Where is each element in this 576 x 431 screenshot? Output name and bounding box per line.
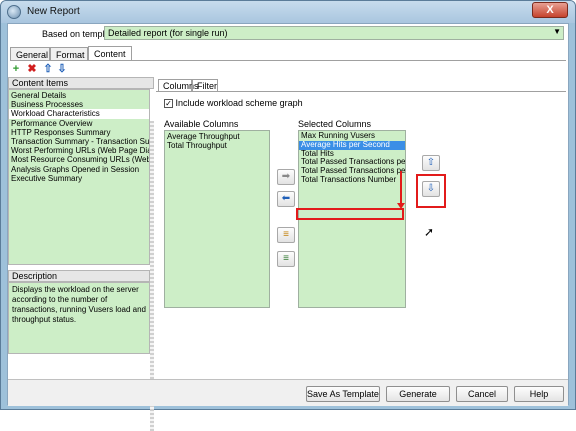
list-item[interactable]: General Details [9, 91, 149, 100]
include-graph-checkbox[interactable]: ✓ Include workload scheme graph [164, 98, 303, 109]
list-item[interactable]: Worst Performing URLs (Web Page Diag... [9, 146, 149, 155]
window-title: New Report [27, 6, 80, 17]
columns-panel: Columns Filter ✓ Include workload scheme… [156, 61, 566, 379]
description-text: Displays the workload on the server acco… [8, 282, 150, 354]
description-header: Description [8, 270, 150, 282]
content-items-list[interactable]: General Details Business Processes Workl… [8, 89, 150, 265]
title-bar[interactable]: New Report X [1, 1, 575, 23]
list-item[interactable]: Most Resource Consuming URLs (Web P... [9, 155, 149, 164]
move-column-up-button[interactable]: ⇧ [422, 155, 440, 171]
move-down-icon[interactable]: ⇩ [56, 63, 68, 75]
tab-columns[interactable]: Columns [158, 79, 199, 91]
list-item[interactable]: Performance Overview [9, 119, 149, 128]
list-item[interactable]: Business Processes [9, 100, 149, 109]
close-button[interactable]: X [532, 2, 568, 18]
selected-columns-label: Selected Columns [298, 119, 372, 129]
move-down-highlight [416, 174, 446, 208]
add-icon[interactable]: + [10, 63, 22, 75]
tab-general[interactable]: General [10, 47, 50, 61]
report-window: New Report X Based on template Detailed … [0, 0, 576, 431]
list-item[interactable]: HTTP Responses Summary [9, 128, 149, 137]
mouse-cursor-icon: ➚ [424, 225, 435, 239]
remove-column-button[interactable]: ⬅ [277, 191, 295, 207]
remove-all-columns-button[interactable]: ≡ [277, 251, 295, 267]
checkbox-label: Include workload scheme graph [175, 98, 303, 108]
list-item[interactable]: Analysis Graphs Opened in Session [9, 165, 149, 174]
chevron-down-icon: ▼ [553, 27, 561, 36]
list-item-selected[interactable]: Average Hits per Second [299, 140, 405, 150]
cancel-button[interactable]: Cancel [456, 386, 508, 402]
available-columns-label: Available Columns [164, 119, 239, 129]
template-value: Detailed report (for single run) [108, 28, 228, 38]
content-items-header: Content Items [8, 77, 154, 89]
list-item[interactable]: Total Passed Transactions per Se [299, 158, 405, 167]
drop-target-highlight [296, 208, 404, 220]
list-item-selected[interactable]: Workload Characteristics [9, 109, 149, 119]
tab-format[interactable]: Format [50, 47, 88, 61]
content-items-panel: + ✖ ⇧ ⇩ Content Items General Details Bu… [8, 61, 154, 431]
tab-content[interactable]: Content [88, 46, 132, 61]
help-button[interactable]: Help [514, 386, 564, 402]
list-item[interactable]: Total Hits [299, 150, 405, 159]
add-all-columns-button[interactable]: ≡ [277, 227, 295, 243]
list-item[interactable]: Total Transactions Number [299, 176, 405, 185]
checkbox-check-icon[interactable]: ✓ [164, 99, 173, 109]
save-as-template-button[interactable]: Save As Template [306, 386, 380, 402]
generate-button[interactable]: Generate [386, 386, 450, 402]
add-column-button[interactable]: ➡ [277, 169, 295, 185]
move-arrow-indicator [397, 171, 405, 209]
list-item[interactable]: Total Throughput [167, 141, 267, 150]
list-item[interactable]: Transaction Summary - Transaction Sum... [9, 137, 149, 146]
subtabs-divider [156, 91, 566, 92]
dialog-body: Based on template Detailed report (for s… [7, 23, 569, 431]
list-item[interactable]: Executive Summary [9, 174, 149, 183]
delete-icon[interactable]: ✖ [26, 63, 38, 75]
list-item[interactable]: Total Passed Transactions per Mi [299, 167, 405, 176]
move-up-icon[interactable]: ⇧ [42, 63, 54, 75]
tab-filter[interactable]: Filter [192, 79, 218, 91]
available-columns-list[interactable]: Average Throughput Total Throughput [164, 130, 270, 308]
list-item[interactable]: Average Throughput [167, 132, 267, 141]
app-icon [7, 5, 21, 19]
template-dropdown[interactable]: Detailed report (for single run) ▼ [104, 26, 564, 40]
button-bar: Save As Template Generate Cancel Help [8, 379, 568, 406]
list-item[interactable]: Max Running Vusers [299, 132, 405, 141]
